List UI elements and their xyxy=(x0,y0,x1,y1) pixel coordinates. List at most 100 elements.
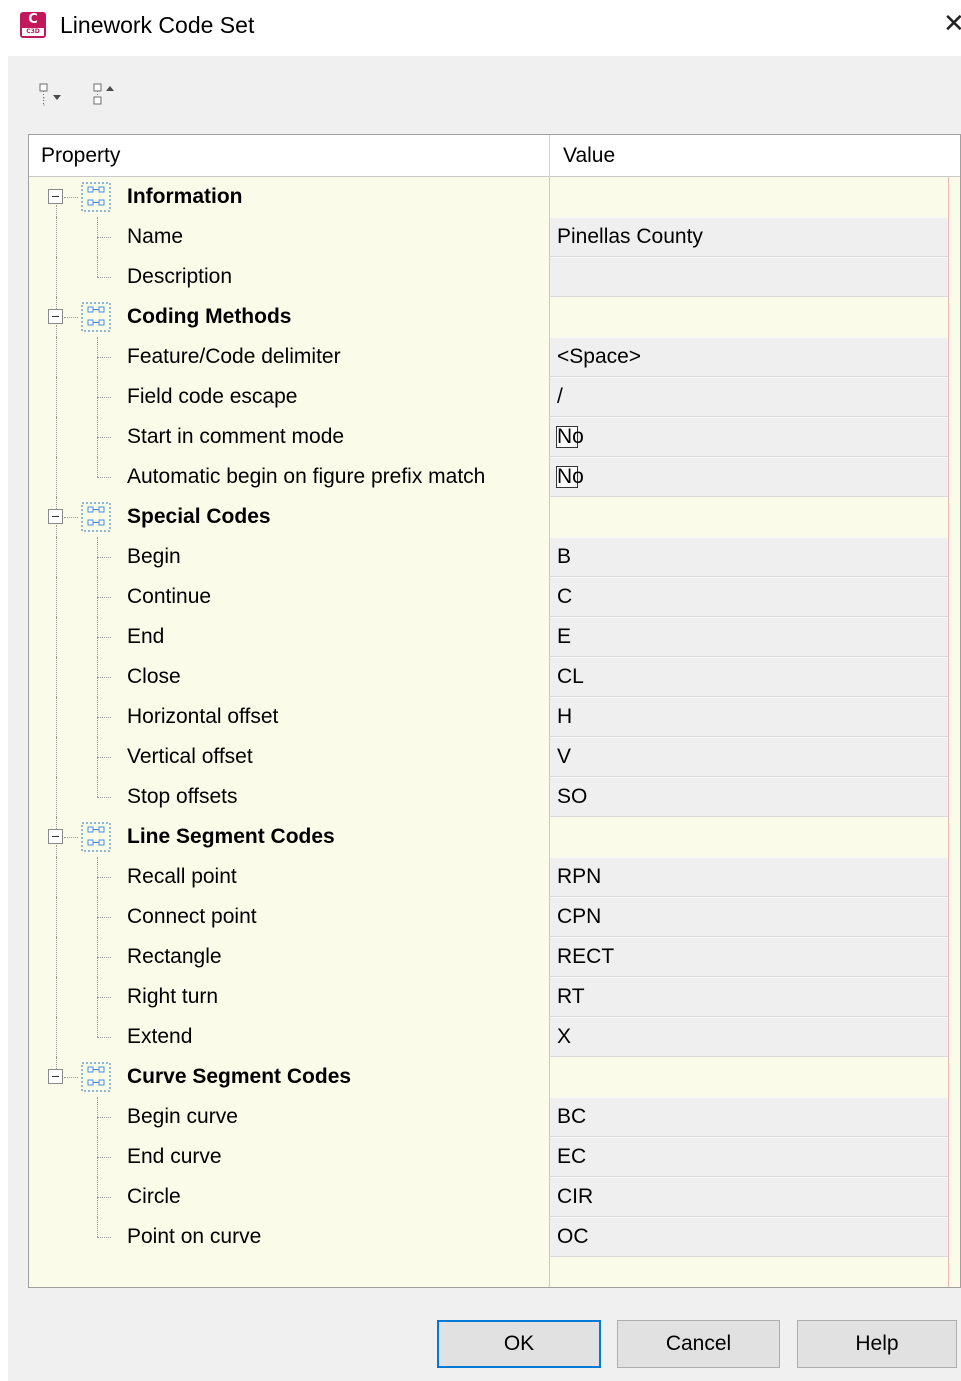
tree-line xyxy=(97,437,111,438)
property-row[interactable]: Circle CIR xyxy=(29,1177,960,1217)
category-row[interactable]: Line Segment Codes xyxy=(29,817,960,857)
property-value-cell[interactable]: C xyxy=(549,577,949,617)
property-label: Recall point xyxy=(127,865,237,888)
property-value-cell[interactable]: H xyxy=(549,697,949,737)
tree-line xyxy=(97,757,111,758)
property-value-cell[interactable]: RECT xyxy=(549,937,949,977)
tree-expand-icon xyxy=(39,83,61,106)
property-value-cell[interactable]: V xyxy=(549,737,949,777)
tree-line xyxy=(97,677,111,678)
close-icon[interactable]: ✕ xyxy=(943,8,961,40)
property-value: <Space> xyxy=(557,345,642,368)
property-row[interactable]: Feature/Code delimiter <Space> xyxy=(29,337,960,377)
property-value-cell[interactable] xyxy=(549,257,949,297)
property-column-header[interactable]: Property xyxy=(41,143,120,169)
tree-line xyxy=(56,657,57,697)
expand-all-button[interactable] xyxy=(32,78,72,114)
property-row[interactable]: End E xyxy=(29,617,960,657)
property-row[interactable]: Start in comment mode No xyxy=(29,417,960,457)
category-value-cell xyxy=(549,177,949,217)
property-value-cell[interactable]: CPN xyxy=(549,897,949,937)
property-value-cell[interactable]: BC xyxy=(549,1097,949,1137)
property-row[interactable]: Stop offsets SO xyxy=(29,777,960,817)
property-value-cell[interactable]: No xyxy=(549,457,949,497)
help-button[interactable]: Help xyxy=(797,1320,957,1368)
property-label: End curve xyxy=(127,1145,222,1168)
tree-line xyxy=(97,777,98,797)
category-icon xyxy=(79,1060,113,1094)
property-label: Name xyxy=(127,225,184,248)
property-value: OC xyxy=(557,1225,589,1248)
property-value-cell[interactable]: No xyxy=(549,417,949,457)
tree-line xyxy=(56,525,57,537)
collapse-all-button[interactable] xyxy=(86,78,126,114)
property-label: Continue xyxy=(127,585,212,608)
ok-button[interactable]: OK xyxy=(437,1320,601,1368)
property-value: / xyxy=(557,385,563,408)
property-label: Circle xyxy=(127,1185,181,1208)
property-value-cell[interactable]: E xyxy=(549,617,949,657)
property-value-cell[interactable]: Pinellas County xyxy=(549,217,949,257)
property-value-cell[interactable]: B xyxy=(549,537,949,577)
property-row[interactable]: Name Pinellas County xyxy=(29,217,960,257)
civil3d-app-icon: C C3D xyxy=(20,12,46,38)
category-label: Coding Methods xyxy=(127,305,292,328)
category-row[interactable]: Special Codes xyxy=(29,497,960,537)
property-label: Start in comment mode xyxy=(127,425,345,448)
property-value-cell[interactable]: X xyxy=(549,1017,949,1057)
property-value-cell[interactable]: OC xyxy=(549,1217,949,1257)
property-value-cell[interactable]: RPN xyxy=(549,857,949,897)
property-row[interactable]: Right turn RT xyxy=(29,977,960,1017)
category-row[interactable]: Curve Segment Codes xyxy=(29,1057,960,1097)
property-label: Extend xyxy=(127,1025,193,1048)
property-value: BC xyxy=(557,1105,587,1128)
empty-value-cell xyxy=(549,1257,949,1287)
property-row[interactable]: Begin B xyxy=(29,537,960,577)
collapse-toggle-icon[interactable] xyxy=(48,309,63,324)
property-row[interactable]: Recall point RPN xyxy=(29,857,960,897)
category-row[interactable]: Information xyxy=(29,177,960,217)
tree-line xyxy=(97,1217,98,1237)
property-row[interactable]: Close CL xyxy=(29,657,960,697)
property-value-cell[interactable]: RT xyxy=(549,977,949,1017)
value-column-header[interactable]: Value xyxy=(563,143,615,169)
tree-line xyxy=(97,1017,98,1037)
tree-line xyxy=(56,577,57,617)
collapse-toggle-icon[interactable] xyxy=(48,1069,63,1084)
property-value-cell[interactable]: SO xyxy=(549,777,949,817)
column-divider[interactable] xyxy=(549,135,550,177)
property-row[interactable]: End curve EC xyxy=(29,1137,960,1177)
property-value-cell[interactable]: <Space> xyxy=(549,337,949,377)
property-value: No xyxy=(557,465,584,488)
cancel-button[interactable]: Cancel xyxy=(617,1320,780,1368)
tree-line xyxy=(97,957,111,958)
property-row[interactable]: Point on curve OC xyxy=(29,1217,960,1257)
property-value: RT xyxy=(557,985,585,1008)
property-row[interactable]: Extend X xyxy=(29,1017,960,1057)
property-value-cell[interactable]: CIR xyxy=(549,1177,949,1217)
category-row[interactable]: Coding Methods xyxy=(29,297,960,337)
property-row[interactable]: Field code escape / xyxy=(29,377,960,417)
property-value-cell[interactable]: / xyxy=(549,377,949,417)
property-row[interactable]: Vertical offset V xyxy=(29,737,960,777)
property-label: Point on curve xyxy=(127,1225,262,1248)
property-value-cell[interactable]: EC xyxy=(549,1137,949,1177)
property-row[interactable]: Description xyxy=(29,257,960,297)
property-row[interactable]: Connect point CPN xyxy=(29,897,960,937)
property-row[interactable]: Continue C xyxy=(29,577,960,617)
collapse-toggle-icon[interactable] xyxy=(48,189,63,204)
collapse-toggle-icon[interactable] xyxy=(48,509,63,524)
property-row[interactable]: Horizontal offset H xyxy=(29,697,960,737)
property-row[interactable]: Begin curve BC xyxy=(29,1097,960,1137)
tree-line xyxy=(97,997,111,998)
property-value: CPN xyxy=(557,905,602,928)
property-label: Begin curve xyxy=(127,1105,238,1128)
property-value-cell[interactable]: CL xyxy=(549,657,949,697)
property-row[interactable]: Rectangle RECT xyxy=(29,937,960,977)
tree-line xyxy=(97,257,98,277)
property-row[interactable]: Automatic begin on figure prefix match No xyxy=(29,457,960,497)
property-value: C xyxy=(557,585,573,608)
property-rows: Information Name Pinellas County Descriptio… xyxy=(29,177,960,1287)
property-value: CL xyxy=(557,665,584,688)
collapse-toggle-icon[interactable] xyxy=(48,829,63,844)
